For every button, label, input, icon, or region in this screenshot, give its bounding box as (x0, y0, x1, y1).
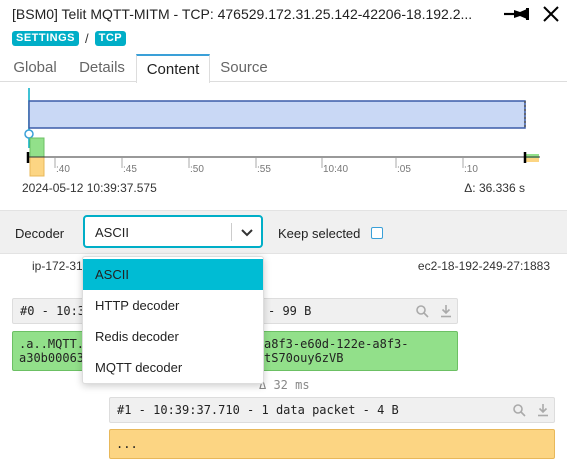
packet-header-text: #1 - 10:39:37.710 - 1 data packet - 4 B (117, 403, 399, 417)
breadcrumb: SETTINGS / TCP (12, 30, 127, 46)
search-icon[interactable] (512, 403, 526, 417)
decoder-option-ascii[interactable]: ASCII (83, 259, 263, 290)
timeline-tick-label: :10 (464, 164, 478, 175)
packet-body-line: a30b00063 (19, 351, 85, 365)
breadcrumb-tcp[interactable]: TCP (94, 30, 127, 46)
keep-selected-label: Keep selected (278, 226, 361, 241)
decoder-option-mqtt[interactable]: MQTT decoder (83, 352, 263, 383)
close-icon[interactable] (542, 5, 560, 23)
decoder-label: Decoder (15, 226, 65, 241)
search-icon[interactable] (415, 304, 429, 318)
timeline-tick-label: :05 (397, 164, 411, 175)
decoder-select[interactable]: ASCII (83, 215, 263, 248)
packet-header-size: - 99 B (268, 304, 312, 318)
keep-selected-checkbox[interactable] (371, 227, 383, 239)
timeline-tick-label: :40 (56, 164, 70, 175)
tab-global[interactable]: Global (2, 54, 68, 82)
timeline[interactable]: :40 :45 :50 :55 10:40 :05 :10 2024-05-12… (0, 84, 567, 210)
chevron-down-icon[interactable] (239, 224, 255, 240)
decoder-option-http[interactable]: HTTP decoder (83, 290, 263, 321)
timeline-tick-label: :45 (123, 164, 137, 175)
timeline-chart[interactable]: :40 :45 :50 :55 10:40 :05 :10 (0, 84, 567, 179)
packet-body-line: a8f3-e60d-122e-a8f3- (264, 337, 409, 351)
breadcrumb-separator: / (85, 30, 89, 46)
packet-gap-label: Δ 32 ms (259, 378, 310, 392)
packet-body-line: ... (116, 437, 138, 451)
timeline-server-marker (29, 156, 45, 177)
timeline-handle[interactable] (24, 129, 34, 139)
timeline-delta: Δ: 36.336 s (464, 181, 525, 195)
tab-bar: Global Details Content Source (0, 54, 567, 83)
download-icon[interactable] (439, 304, 453, 318)
breadcrumb-settings[interactable]: SETTINGS (12, 30, 80, 46)
decoder-bar: Decoder ASCII Keep selected (0, 210, 567, 254)
decoder-selected-value: ASCII (95, 225, 129, 240)
packet-body-line: tS70ouy6zVB (264, 351, 344, 365)
title-bar: [BSM0] Telit MQTT-MITM - TCP: 476529.172… (0, 0, 567, 28)
decoder-dropdown-menu: ASCII HTTP decoder Redis decoder MQTT de… (82, 256, 264, 384)
decoder-option-redis[interactable]: Redis decoder (83, 321, 263, 352)
packet-header: #1 - 10:39:37.710 - 1 data packet - 4 B (109, 397, 555, 423)
packet-header-text: #0 - 10:3 (20, 304, 86, 318)
window-title: [BSM0] Telit MQTT-MITM - TCP: 476529.172… (12, 6, 472, 22)
timeline-tick-label: :50 (190, 164, 204, 175)
timeline-client-marker (29, 137, 45, 158)
packet-body: ... (109, 429, 555, 459)
timeline-tick-label: :55 (257, 164, 271, 175)
decoder-divider (231, 223, 232, 241)
timeline-tick-label: 10:40 (323, 164, 348, 175)
timeline-range[interactable] (28, 100, 526, 129)
tab-details[interactable]: Details (68, 54, 136, 82)
client-host: ip-172-31 (32, 259, 83, 273)
timeline-start-time: 2024-05-12 10:39:37.575 (22, 181, 157, 195)
packet-body-line: .a..MQTT. (19, 337, 85, 351)
download-icon[interactable] (536, 403, 550, 417)
server-host: ec2-18-192-249-27:1883 (417, 259, 550, 273)
pin-icon[interactable] (502, 5, 532, 23)
tab-content[interactable]: Content (136, 54, 210, 83)
tab-source[interactable]: Source (210, 54, 278, 82)
